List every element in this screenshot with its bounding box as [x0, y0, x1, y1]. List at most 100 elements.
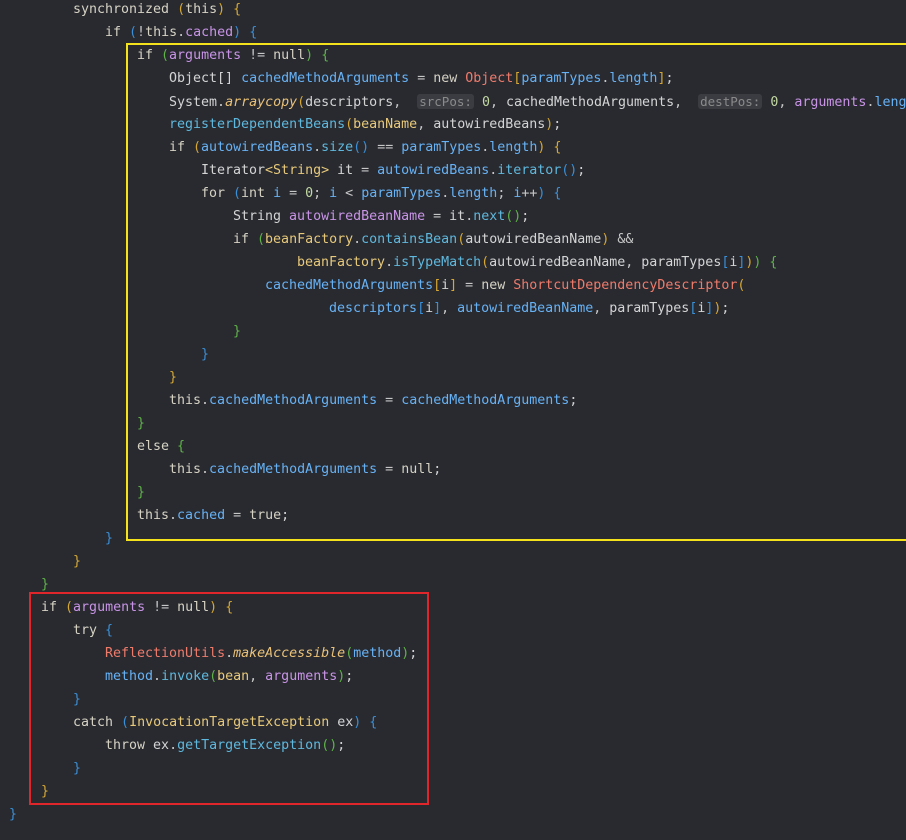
text-token: paramTypes — [609, 301, 690, 316]
identifier-token: cachedMethodArguments — [209, 462, 378, 477]
code-line[interactable]: } — [105, 527, 113, 550]
code-line[interactable]: } — [73, 688, 81, 711]
code-line[interactable]: synchronized (this) { — [73, 0, 241, 21]
bracket-token: } — [9, 807, 18, 822]
bracket-token: ) — [217, 2, 226, 17]
code-line[interactable]: registerDependentBeans(beanName, autowir… — [169, 113, 561, 136]
bracket-token: } — [41, 784, 50, 799]
type-token: beanFactory — [265, 232, 354, 247]
operator-token: . — [313, 140, 322, 155]
code-line[interactable]: } — [201, 343, 209, 366]
operator-token: , — [625, 255, 642, 270]
keyword-token: this — [137, 508, 170, 523]
bracket-token: } — [201, 347, 210, 362]
code-line[interactable]: } — [169, 366, 177, 389]
code-line[interactable]: } — [137, 412, 145, 435]
text-token: Object[] — [169, 71, 242, 86]
text-token: it — [449, 209, 466, 224]
bracket-token: ( — [297, 95, 306, 110]
code-line[interactable]: this.cachedMethodArguments = null; — [169, 458, 441, 481]
code-line[interactable]: if (autowiredBeans.size() == paramTypes.… — [169, 136, 561, 159]
bracket-token: } — [169, 370, 178, 385]
type-token: beanName — [353, 117, 418, 132]
code-line[interactable]: if (arguments != null) { — [41, 596, 233, 619]
text-token: paramTypes — [641, 255, 722, 270]
code-line[interactable]: } — [41, 780, 49, 803]
bracket-token: ( — [177, 2, 186, 17]
code-line[interactable]: Object[] cachedMethodArguments = new Obj… — [169, 67, 673, 90]
code-line[interactable]: if (!this.cached) { — [105, 21, 257, 44]
code-line[interactable]: else { — [137, 435, 185, 458]
operator-token: , — [417, 117, 434, 132]
text-token: i — [425, 301, 434, 316]
identifier-token: cached — [177, 508, 226, 523]
bracket-token: } — [73, 554, 82, 569]
code-line[interactable]: if (arguments != null) { — [137, 44, 329, 67]
operator-token: . — [153, 669, 162, 684]
bracket-token: { — [769, 255, 778, 270]
operator-token: = — [425, 209, 450, 224]
code-line[interactable]: } — [233, 320, 241, 343]
code-line[interactable]: this.cached = true; — [137, 504, 289, 527]
bracket-token: [ — [417, 301, 426, 316]
operator-token: , — [441, 301, 458, 316]
identifier-token: length — [874, 95, 906, 110]
operator-token: < — [337, 186, 362, 201]
code-line[interactable]: } — [73, 757, 81, 780]
code-line[interactable]: ReflectionUtils.makeAccessible(method); — [105, 642, 417, 665]
keyword-token: null — [401, 462, 434, 477]
number-token: 0 — [481, 95, 490, 110]
operator-token: = — [409, 71, 434, 86]
keyword-token: if — [41, 600, 66, 615]
operator-token: = — [457, 278, 482, 293]
bracket-token: ) — [233, 25, 242, 40]
code-line[interactable]: try { — [73, 619, 113, 642]
code-line[interactable]: for (int i = 0; i < paramTypes.length; i… — [201, 182, 561, 205]
method-token: containsBean — [361, 232, 458, 247]
operator-token: = — [281, 186, 306, 201]
code-line[interactable]: descriptors[i], autowiredBeanName, param… — [329, 297, 729, 320]
text-token: ; — [281, 508, 290, 523]
operator-token: . — [225, 646, 234, 661]
identifier-token: cachedMethodArguments — [241, 71, 410, 86]
code-editor[interactable]: synchronized (this) { if (!this.cached) … — [0, 0, 906, 840]
text-token: ex — [153, 738, 170, 753]
code-line[interactable]: catch (InvocationTargetException ex) { — [73, 711, 377, 734]
keyword-token: catch — [73, 715, 122, 730]
keyword-token: synchronized — [73, 2, 178, 17]
code-line[interactable]: Iterator<String> it = autowiredBeans.ite… — [201, 159, 585, 182]
code-line[interactable]: } — [137, 481, 145, 504]
bracket-token: ( — [345, 117, 354, 132]
class-token: Object — [465, 71, 514, 86]
bracket-token: { — [553, 186, 562, 201]
identifier-token: autowiredBeans — [377, 163, 490, 178]
bracket-token: ( — [129, 25, 138, 40]
text-token: autowiredBeanName — [465, 232, 602, 247]
code-line[interactable]: cachedMethodArguments[i] = new ShortcutD… — [265, 274, 745, 297]
keyword-token: new — [433, 71, 466, 86]
operator-token: , — [778, 95, 795, 110]
text-token: ; — [345, 669, 354, 684]
code-line[interactable]: } — [41, 573, 49, 596]
method-token: next — [473, 209, 506, 224]
code-line[interactable]: beanFactory.isTypeMatch(autowiredBeanNam… — [297, 251, 777, 274]
operator-token: == — [369, 140, 402, 155]
static-method-token: makeAccessible — [233, 646, 346, 661]
variable-token: arguments — [169, 48, 242, 63]
code-line[interactable]: } — [73, 550, 81, 573]
code-line[interactable]: if (beanFactory.containsBean(autowiredBe… — [233, 228, 633, 251]
bracket-token: () — [353, 140, 370, 155]
bracket-token: { — [553, 140, 562, 155]
code-line[interactable]: this.cachedMethodArguments = cachedMetho… — [169, 389, 577, 412]
code-line[interactable]: throw ex.getTargetException(); — [105, 734, 345, 757]
method-token: size — [321, 140, 354, 155]
bracket-token: { — [105, 623, 114, 638]
code-line[interactable]: method.invoke(bean, arguments); — [105, 665, 353, 688]
identifier-token: length — [609, 71, 658, 86]
code-line[interactable]: } — [9, 803, 17, 826]
bracket-token: ( — [121, 715, 130, 730]
bracket-token: } — [73, 761, 82, 776]
code-line[interactable]: System.arraycopy(descriptors, srcPos: 0,… — [169, 90, 906, 113]
code-line[interactable]: String autowiredBeanName = it.next(); — [233, 205, 529, 228]
